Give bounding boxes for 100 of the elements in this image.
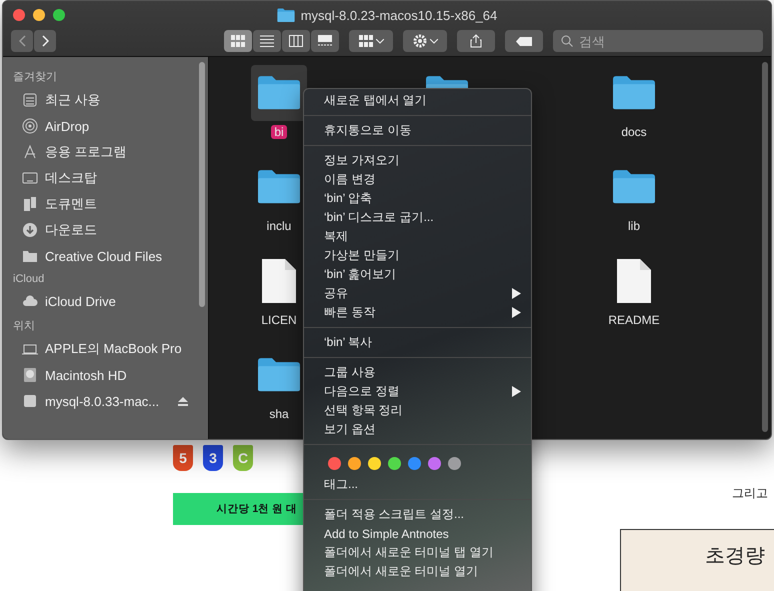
tag-button[interactable] bbox=[505, 30, 543, 52]
view-mode-button[interactable] bbox=[253, 30, 281, 52]
scrollbar[interactable] bbox=[199, 62, 205, 307]
documents-icon bbox=[22, 196, 38, 212]
group-button[interactable] bbox=[349, 30, 393, 52]
file-name: bi bbox=[271, 125, 287, 139]
language-badge: 3 bbox=[203, 445, 223, 471]
document-icon bbox=[616, 258, 652, 304]
minimize-button[interactable] bbox=[33, 9, 45, 21]
menu-item[interactable]: 폴더에서 새로운 터미널 열기 bbox=[304, 562, 531, 581]
sidebar-item[interactable]: 최근 사용 bbox=[45, 91, 101, 109]
tag-color-dot[interactable] bbox=[348, 457, 361, 470]
back-button[interactable] bbox=[11, 30, 33, 52]
search-field[interactable]: 검색 bbox=[553, 30, 763, 52]
sidebar-item[interactable]: 응용 프로그램 bbox=[45, 143, 127, 161]
menu-item[interactable]: 휴지통으로 이동 bbox=[304, 121, 531, 140]
caret-icon bbox=[376, 38, 384, 44]
file-name: inclu bbox=[266, 219, 292, 233]
apps-icon bbox=[22, 144, 38, 160]
desktop-icon bbox=[22, 170, 38, 186]
menu-item[interactable]: 빠른 동작 bbox=[304, 303, 531, 322]
language-badge: 5 bbox=[173, 445, 193, 471]
forward-button[interactable] bbox=[34, 30, 56, 52]
folder-icon bbox=[257, 75, 301, 111]
tag-color-dot[interactable] bbox=[428, 457, 441, 470]
sidebar-heading: 즐겨찾기 bbox=[12, 70, 58, 85]
tag-color-dot[interactable] bbox=[328, 457, 341, 470]
menu-item[interactable]: 이름 변경 bbox=[304, 170, 531, 189]
menu-item[interactable]: 공유 bbox=[304, 284, 531, 303]
sidebar-item[interactable]: 도큐멘트 bbox=[45, 195, 97, 213]
sidebar-item[interactable]: APPLE의 MacBook Pro bbox=[45, 340, 182, 358]
menu-item[interactable]: ‘bin’ 디스크로 굽기... bbox=[304, 208, 531, 227]
promo-banner: 시간당 1천 원 대 bbox=[173, 493, 303, 525]
share-button[interactable] bbox=[457, 30, 495, 52]
share-icon bbox=[470, 34, 482, 48]
folder-icon bbox=[257, 169, 301, 205]
tag-color-dot[interactable] bbox=[368, 457, 381, 470]
menu-item[interactable]: 복제 bbox=[304, 227, 531, 246]
menu-item[interactable]: 선택 항목 정리 bbox=[304, 401, 531, 420]
view-mode-button[interactable] bbox=[311, 30, 339, 52]
folder-icon bbox=[22, 248, 38, 264]
menu-item[interactable]: 그룹 사용 bbox=[304, 363, 531, 382]
menu-item[interactable]: ‘bin’ 복사 bbox=[304, 333, 531, 352]
sidebar-heading: 위치 bbox=[12, 319, 36, 334]
tag-color-dot[interactable] bbox=[388, 457, 401, 470]
chevron-left-icon bbox=[18, 35, 26, 47]
action-button[interactable] bbox=[403, 30, 447, 52]
airdrop-icon bbox=[22, 118, 38, 134]
menu-item[interactable]: 보기 옵션 bbox=[304, 420, 531, 439]
folder-icon bbox=[612, 169, 656, 205]
caret-icon bbox=[430, 38, 438, 44]
columns-icon bbox=[289, 35, 303, 47]
sidebar-item[interactable]: iCloud Drive bbox=[45, 294, 116, 308]
selected-file-item[interactable] bbox=[251, 65, 307, 121]
sidebar-heading: iCloud bbox=[12, 272, 46, 287]
file-name: lib bbox=[626, 219, 641, 233]
list-icon bbox=[260, 35, 274, 47]
view-mode-button[interactable] bbox=[224, 30, 252, 52]
scrollbar[interactable] bbox=[762, 62, 768, 432]
clock-list-icon bbox=[22, 92, 38, 108]
close-button[interactable] bbox=[13, 9, 25, 21]
menu-item[interactable]: 폴더에서 새로운 터미널 탭 열기 bbox=[304, 543, 531, 562]
sidebar-item[interactable]: 다운로드 bbox=[45, 221, 97, 239]
file-name: sha bbox=[268, 407, 290, 421]
gear-icon bbox=[412, 34, 426, 48]
grid-icon bbox=[358, 35, 372, 47]
language-badge: C bbox=[233, 445, 253, 471]
sidebar-item[interactable]: AirDrop bbox=[45, 118, 90, 134]
sidebar-item[interactable]: Creative Cloud Files bbox=[45, 248, 162, 264]
zoom-button[interactable] bbox=[53, 9, 65, 21]
menu-item[interactable]: ‘bin’ 압축 bbox=[304, 189, 531, 208]
view-mode-button[interactable] bbox=[282, 30, 310, 52]
cloud-icon bbox=[22, 293, 38, 309]
body-text: 그리고 bbox=[732, 485, 768, 502]
menu-item[interactable]: Add to Simple Antnotes bbox=[304, 524, 531, 543]
sidebar-item[interactable]: 데스크탑 bbox=[45, 169, 97, 187]
menu-item[interactable]: 태그... bbox=[304, 475, 531, 494]
folder-icon bbox=[276, 8, 295, 22]
sidebar-item[interactable]: Macintosh HD bbox=[45, 368, 127, 382]
menu-item[interactable]: 가상본 만들기 bbox=[304, 246, 531, 265]
tag-icon bbox=[516, 36, 532, 46]
promo-box: 초경량 bbox=[620, 529, 774, 591]
chevron-right-icon bbox=[42, 35, 48, 47]
file-name: LICEN bbox=[260, 313, 298, 327]
menu-item[interactable]: 폴더 적용 스크립트 설정... bbox=[304, 505, 531, 524]
sidebar-item[interactable]: mysql-8.0.33-mac... bbox=[45, 394, 160, 408]
menu-item[interactable]: 다음으로 정렬 bbox=[304, 382, 531, 401]
file-name: docs bbox=[620, 125, 648, 139]
tag-color-dot[interactable] bbox=[408, 457, 421, 470]
file-name: README bbox=[607, 313, 661, 327]
menu-item[interactable]: ‘bin’ 훑어보기 bbox=[304, 265, 531, 284]
drive-icon bbox=[22, 393, 38, 409]
folder-icon bbox=[612, 75, 656, 111]
window-title: mysql-8.0.23-macos10.15-x86_64 bbox=[300, 8, 498, 22]
menu-item[interactable]: 새로운 탭에서 열기 bbox=[304, 91, 531, 110]
grid-icon bbox=[231, 35, 245, 47]
document-icon bbox=[261, 258, 297, 304]
menu-item[interactable]: 정보 가져오기 bbox=[304, 151, 531, 170]
download-icon bbox=[22, 222, 38, 238]
tag-color-dot[interactable] bbox=[448, 457, 461, 470]
